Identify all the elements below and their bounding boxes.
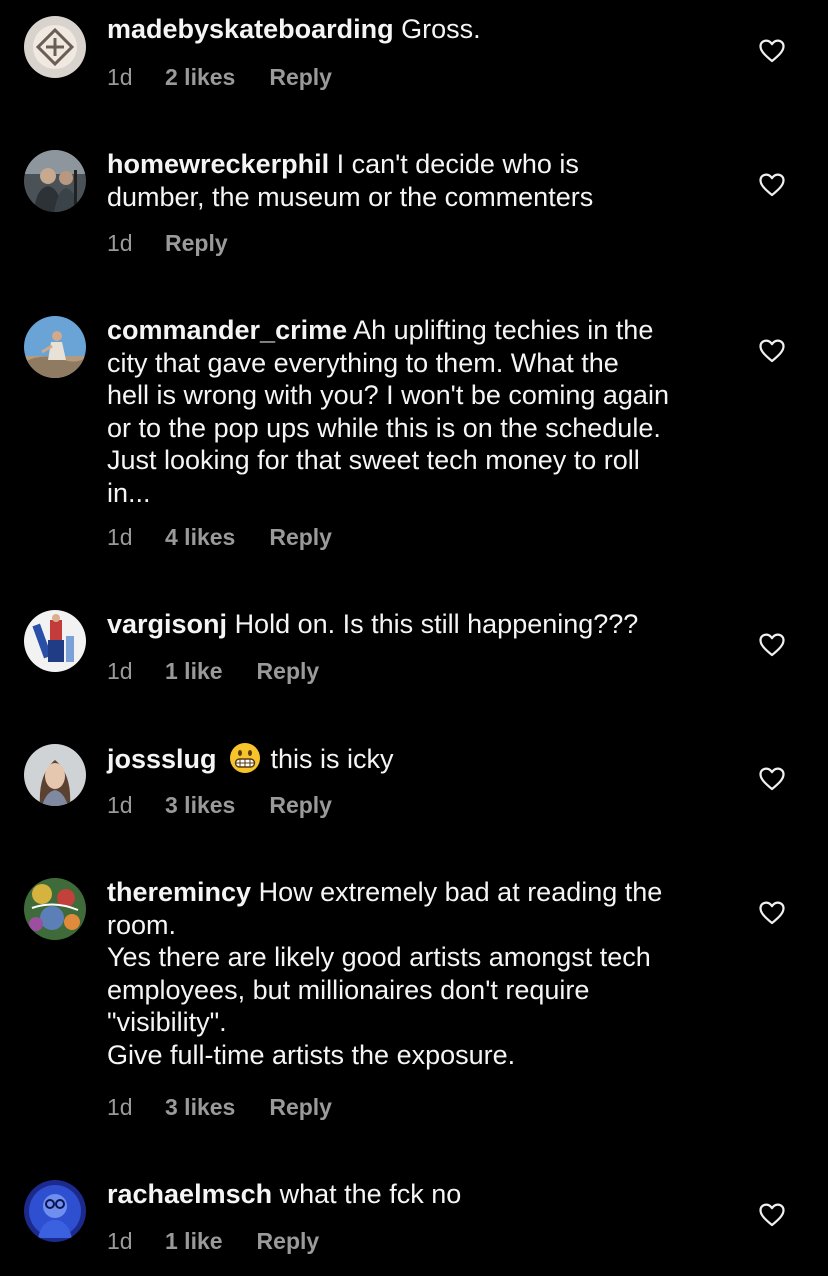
comment-line: in...: [107, 477, 151, 508]
comment-time: 1d: [107, 1094, 133, 1120]
comment-username[interactable]: homewreckerphil: [107, 149, 329, 179]
like-button[interactable]: [759, 39, 785, 63]
comment-meta: 1d 2 likes Reply: [107, 63, 332, 91]
comment-text: jossslug this is icky: [107, 742, 727, 776]
like-button[interactable]: [759, 1203, 785, 1227]
comment-likes[interactable]: 2 likes: [165, 63, 235, 91]
comment-username[interactable]: commander_crime: [107, 315, 347, 345]
comment-meta: 1d Reply: [107, 229, 228, 257]
comment-username[interactable]: rachaelmsch: [107, 1179, 272, 1209]
comment-meta: 1d 4 likes Reply: [107, 523, 332, 551]
comment-line: I can't decide who is: [336, 149, 579, 179]
comment-line: this is icky: [270, 744, 394, 774]
comment-text: commander_crime Ah uplifting techies in …: [107, 314, 727, 509]
avatar-image: [24, 16, 86, 78]
comment-username[interactable]: vargisonj: [107, 609, 227, 639]
comment-line: "visibility".: [107, 1007, 227, 1037]
comment-meta: 1d 3 likes Reply: [107, 791, 332, 819]
comment-meta: 1d 1 like Reply: [107, 1227, 319, 1255]
avatar-image: [24, 610, 86, 672]
comment-line: Gross.: [401, 14, 481, 44]
comment-likes[interactable]: 3 likes: [165, 791, 235, 819]
comment-line: Ah uplifting techies in the: [353, 315, 654, 345]
comment-line: hell is wrong with you? I won't be comin…: [107, 380, 669, 410]
grimacing-face-emoji: [229, 742, 261, 774]
like-button[interactable]: [759, 767, 785, 791]
comment-username[interactable]: theremincy: [107, 877, 251, 907]
heart-outline-icon: [759, 339, 785, 363]
comment-likes[interactable]: 1 like: [165, 657, 223, 685]
reply-button[interactable]: Reply: [257, 657, 320, 685]
like-button[interactable]: [759, 633, 785, 657]
reply-button[interactable]: Reply: [269, 791, 332, 819]
comment-likes[interactable]: 3 likes: [165, 1093, 235, 1121]
heart-outline-icon: [759, 633, 785, 657]
heart-outline-icon: [759, 1203, 785, 1227]
comment-line: what the fck no: [279, 1179, 462, 1209]
comment-username[interactable]: madebyskateboarding: [107, 14, 394, 44]
comment-time: 1d: [107, 792, 133, 818]
comment-line: Yes there are likely good artists amongs…: [107, 942, 651, 972]
avatar-image: [24, 316, 86, 378]
comment-line: dumber, the museum or the commenters: [107, 181, 594, 212]
reply-button[interactable]: Reply: [165, 229, 228, 257]
comment-line: Just looking for that sweet tech money t…: [107, 445, 640, 475]
user-avatar[interactable]: [24, 316, 86, 378]
comment-time: 1d: [107, 524, 133, 550]
comment-line: Give full-time artists the exposure.: [107, 1039, 516, 1070]
comment-meta: 1d 1 like Reply: [107, 657, 319, 685]
heart-outline-icon: [759, 901, 785, 925]
reply-button[interactable]: Reply: [269, 1093, 332, 1121]
user-avatar[interactable]: [24, 150, 86, 212]
heart-outline-icon: [759, 39, 785, 63]
comment-username[interactable]: jossslug: [107, 744, 217, 774]
comment-likes[interactable]: 1 like: [165, 1227, 223, 1255]
comment-line: employees, but millionaires don't requir…: [107, 974, 590, 1005]
comment-time: 1d: [107, 64, 133, 90]
reply-button[interactable]: Reply: [269, 63, 332, 91]
comment-text: theremincy How extremely bad at reading …: [107, 876, 727, 1071]
reply-button[interactable]: Reply: [269, 523, 332, 551]
user-avatar[interactable]: [24, 610, 86, 672]
comment-text: vargisonj Hold on. Is this still happeni…: [107, 608, 727, 641]
comment-line: or to the pop ups while this is on the s…: [107, 412, 661, 443]
avatar-image: [24, 744, 86, 806]
avatar-image: [24, 878, 86, 940]
comment-likes[interactable]: 4 likes: [165, 523, 235, 551]
like-button[interactable]: [759, 173, 785, 197]
comment-time: 1d: [107, 658, 133, 684]
avatar-image: [24, 150, 86, 212]
reply-button[interactable]: Reply: [257, 1227, 320, 1255]
comment-meta: 1d 3 likes Reply: [107, 1093, 332, 1121]
comment-text: homewreckerphil I can't decide who is dum…: [107, 148, 727, 213]
heart-outline-icon: [759, 767, 785, 791]
comment-line: How extremely bad at reading the: [258, 877, 663, 907]
comment-text: madebyskateboarding Gross.: [107, 13, 727, 46]
comment-line: room.: [107, 909, 177, 940]
comment-text: rachaelmsch what the fck no: [107, 1178, 727, 1211]
heart-outline-icon: [759, 173, 785, 197]
user-avatar[interactable]: [24, 1180, 86, 1242]
user-avatar[interactable]: [24, 16, 86, 78]
like-button[interactable]: [759, 901, 785, 925]
like-button[interactable]: [759, 339, 785, 363]
comment-time: 1d: [107, 1228, 133, 1254]
user-avatar[interactable]: [24, 878, 86, 940]
comment-time: 1d: [107, 230, 133, 256]
avatar-image: [24, 1180, 86, 1242]
user-avatar[interactable]: [24, 744, 86, 806]
comment-line: Hold on. Is this still happening???: [234, 609, 639, 639]
comment-line: city that gave everything to them. What …: [107, 347, 619, 378]
